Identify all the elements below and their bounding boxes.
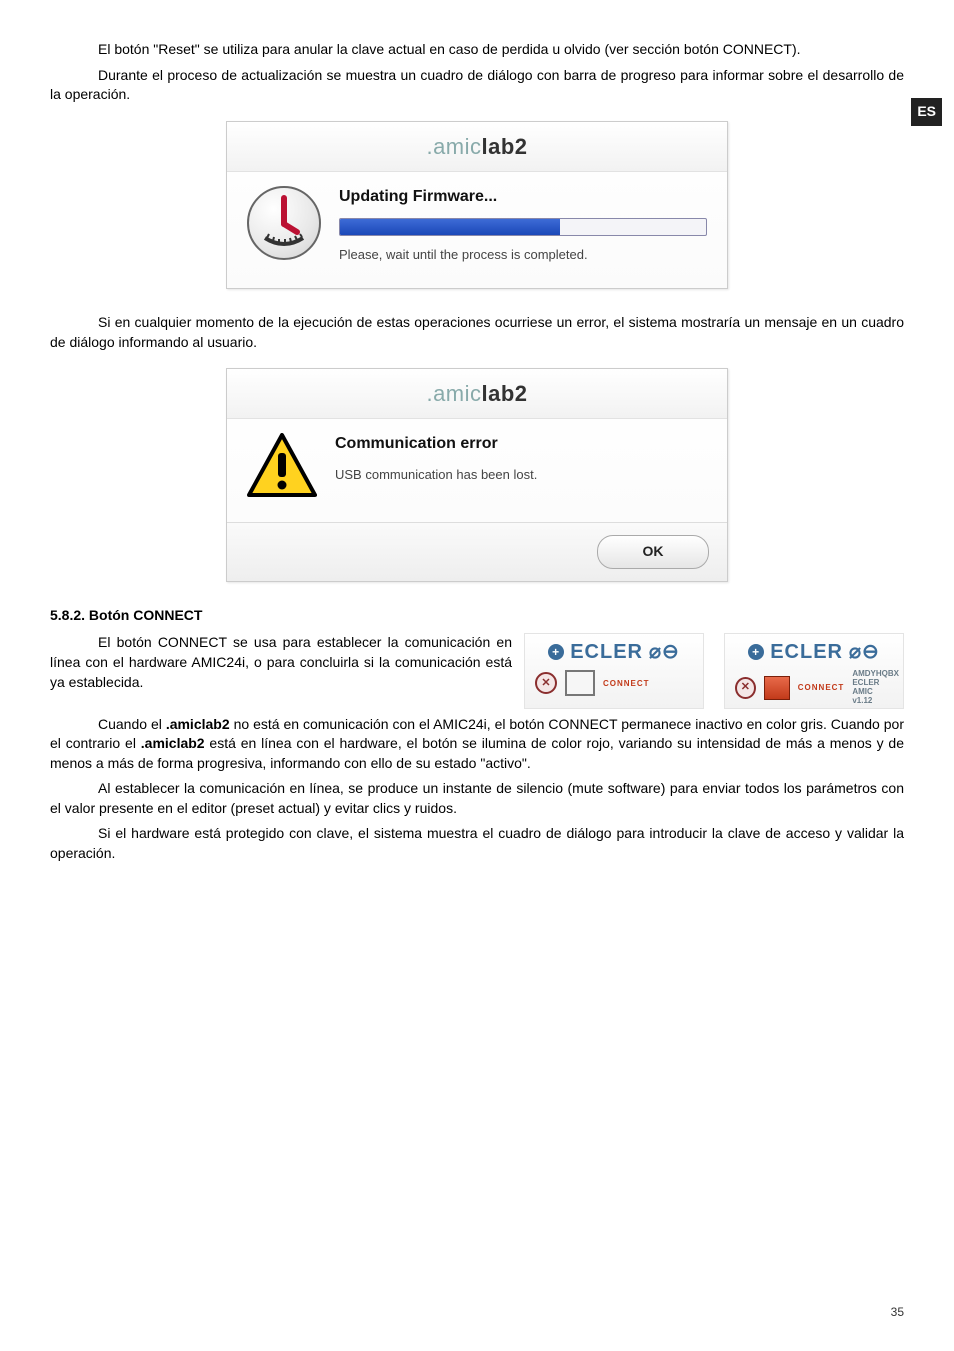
- progress-bar-fill: [340, 219, 560, 235]
- dialog-footer: OK: [227, 522, 727, 581]
- close-icon: ✕: [735, 677, 756, 699]
- language-badge: ES: [911, 98, 942, 126]
- dialog-title: .amiclab2: [227, 369, 727, 419]
- connect-paragraph-3: Al establecer la comunicación en línea, …: [50, 779, 904, 818]
- dialog-subtext: Please, wait until the process is comple…: [339, 246, 707, 264]
- brand-glyphs: ⌀⊖: [849, 638, 880, 666]
- brand-text: ECLER: [570, 638, 643, 666]
- status-square-red: [764, 676, 790, 700]
- logo-meta: AMDYHQBX ECLER AMIC v1.12: [852, 670, 899, 705]
- title-lab2: lab2: [482, 381, 528, 406]
- connect-label: CONNECT: [603, 678, 650, 689]
- updating-firmware-dialog: .amiclab2 Updating Firmware... Please, w…: [226, 121, 728, 289]
- title-amic: .amic: [426, 381, 481, 406]
- brand-text: ECLER: [770, 638, 843, 666]
- logo-inactive: + ECLER⌀⊖ ✕ CONNECT: [524, 633, 704, 708]
- comm-error-dialog: .amiclab2 Communication error USB commun…: [226, 368, 728, 581]
- connect-label: CONNECT: [798, 682, 845, 693]
- connect-logos: + ECLER⌀⊖ ✕ CONNECT + ECLER⌀⊖ ✕ CONNECT …: [524, 633, 904, 708]
- gauge-icon: [247, 186, 321, 260]
- progress-bar: [339, 218, 707, 236]
- dialog-heading: Communication error: [335, 433, 707, 455]
- title-lab2: lab2: [482, 134, 528, 159]
- dialog-subtext: USB communication has been lost.: [335, 466, 707, 484]
- intro-paragraph-2: Durante el proceso de actualización se m…: [50, 66, 904, 105]
- dialog-title: .amiclab2: [227, 122, 727, 172]
- title-amic: .amic: [426, 134, 481, 159]
- logo-active: + ECLER⌀⊖ ✕ CONNECT AMDYHQBX ECLER AMIC …: [724, 633, 904, 708]
- plus-icon: +: [548, 644, 564, 660]
- intro-paragraph-1: El botón "Reset" se utiliza para anular …: [50, 40, 904, 60]
- mid-paragraph: Si en cualquier momento de la ejecución …: [50, 313, 904, 352]
- dialog-heading: Updating Firmware...: [339, 186, 707, 208]
- connect-paragraph-2: Cuando el .amiclab2 no está en comunicac…: [50, 715, 904, 774]
- page-number: 35: [891, 1304, 904, 1321]
- connect-paragraph-4: Si el hardware está protegido con clave,…: [50, 824, 904, 863]
- ok-button[interactable]: OK: [597, 535, 709, 569]
- section-heading: 5.8.2. Botón CONNECT: [50, 606, 904, 626]
- close-icon: ✕: [535, 672, 557, 694]
- warning-icon: [247, 433, 317, 498]
- brand-glyphs: ⌀⊖: [649, 638, 680, 666]
- plus-icon: +: [748, 644, 764, 660]
- status-square-gray: [565, 670, 595, 696]
